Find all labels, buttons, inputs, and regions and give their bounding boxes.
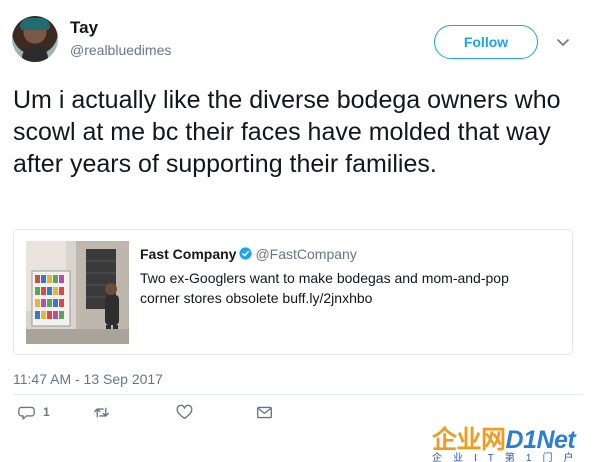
reply-count: 1	[43, 405, 50, 419]
heart-icon	[176, 404, 193, 419]
user-avatar[interactable]	[12, 16, 58, 62]
store-shelves-illustration	[26, 241, 129, 344]
reply-icon	[18, 406, 35, 420]
quote-author[interactable]: Fast Company @FastCompany	[140, 246, 357, 262]
quoted-tweet-card[interactable]: Fast Company @FastCompany Two ex-Googlers…	[13, 229, 573, 355]
watermark-subtitle: 企业IT第1门户	[432, 453, 585, 462]
retweet-button[interactable]	[93, 402, 110, 422]
tweet-timestamp[interactable]: 11:47 AM - 13 Sep 2017	[13, 371, 163, 387]
tweet-text: Um i actually like the diverse bodega ow…	[13, 86, 561, 178]
site-watermark-logo: 企业网D1Net 企业IT第1门户	[432, 420, 590, 462]
user-handle[interactable]: @realbluedimes	[70, 42, 171, 58]
quote-author-name[interactable]: Fast Company	[140, 246, 236, 262]
follow-button[interactable]: Follow	[434, 25, 538, 59]
quote-text: Two ex-Googlers want to make bodegas and…	[140, 270, 509, 306]
user-name[interactable]: Tay	[70, 18, 98, 38]
chevron-down-icon[interactable]	[555, 34, 571, 50]
direct-message-button[interactable]	[256, 402, 273, 422]
reply-button[interactable]: 1	[18, 402, 50, 422]
actions-divider	[13, 394, 583, 395]
retweet-icon	[94, 407, 109, 417]
avatar-body	[22, 46, 48, 62]
quote-author-handle[interactable]: @FastCompany	[255, 246, 356, 262]
envelope-icon	[257, 406, 272, 418]
quote-thumbnail-image	[26, 241, 129, 344]
verified-badge-icon	[239, 247, 253, 260]
like-button[interactable]	[176, 402, 193, 422]
avatar-scarf	[20, 18, 50, 30]
